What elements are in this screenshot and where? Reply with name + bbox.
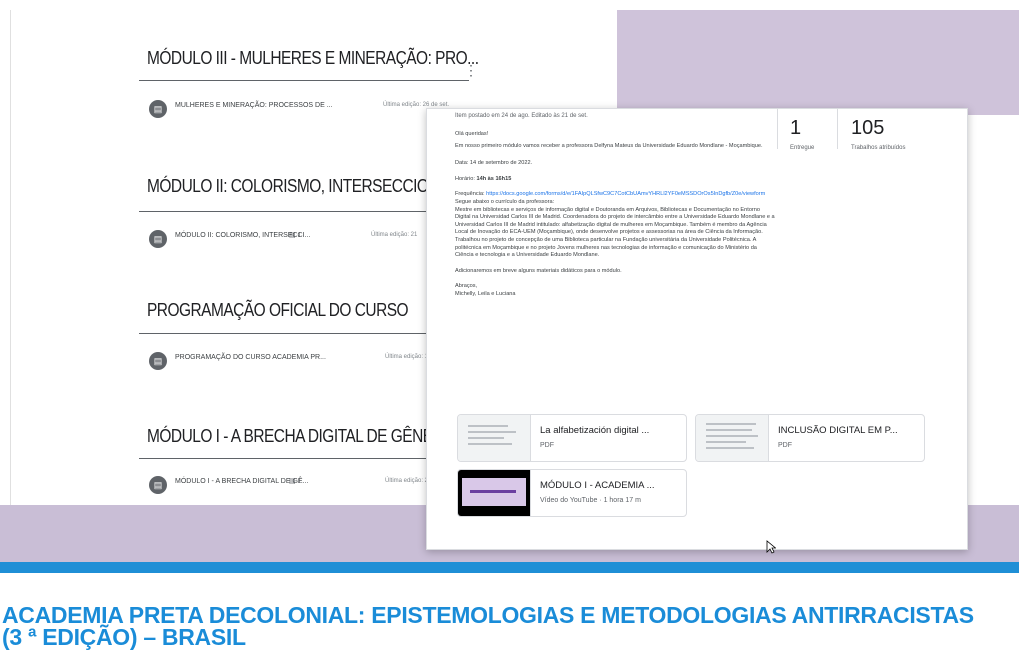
comment-count: ▤ 1 xyxy=(289,478,302,485)
material-icon: ▤ xyxy=(149,100,167,118)
frequency-link[interactable]: https://docs.google.com/forms/d/e/1FAIpQ… xyxy=(486,191,765,197)
more-options-icon[interactable]: ⋮ xyxy=(464,62,478,79)
attachment-title: La alfabetización digital ... xyxy=(540,425,650,436)
section-divider xyxy=(139,211,439,212)
attachment-pdf-1[interactable]: La alfabetización digital ... PDF xyxy=(457,414,687,462)
section-divider xyxy=(139,333,429,334)
material-edited: Última edição: 21 xyxy=(371,232,418,238)
attachment-type: Vídeo do YouTube · 1 hora 17 m xyxy=(540,497,641,504)
assignment-detail-panel: Item postado em 24 de ago. Editado às 21… xyxy=(426,108,968,550)
pdf-thumbnail xyxy=(696,415,769,461)
comment-count-value: 1 xyxy=(297,478,302,485)
time-value: 14h às 16h15 xyxy=(476,175,512,182)
signers: Michelly, Leila e Luciana xyxy=(455,290,516,297)
greeting: Olá queridas! xyxy=(455,131,489,137)
submitted-label: Entregue xyxy=(790,145,815,151)
attachment-title: INCLUSÃO DIGITAL EM P... xyxy=(778,425,898,436)
course-title: ACADEMIA PRETA DECOLONIAL: EPISTEMOLOGIA… xyxy=(2,602,974,650)
material-icon: ▤ xyxy=(149,230,167,248)
mouse-cursor-icon xyxy=(766,540,776,554)
signoff: Abraços, xyxy=(455,283,478,290)
section-divider xyxy=(139,80,469,81)
material-row[interactable]: ▤ MULHERES E MINERAÇÃO: PROCESSOS DE ...… xyxy=(139,96,469,132)
closing-note: Adicionaremos em breve alguns materiais … xyxy=(455,267,622,274)
attachment-type: PDF xyxy=(540,442,554,449)
comment-count: ▤ 1 xyxy=(289,232,302,239)
cv-intro: Segue abaixo o currículo da professora: xyxy=(455,198,555,205)
material-edited: Última edição: 1 xyxy=(385,354,429,360)
intro-text: Em nosso primeiro módulo vamos receber a… xyxy=(455,142,763,149)
stat-separator xyxy=(837,109,838,149)
material-row[interactable]: ▤ PROGRAMAÇÃO DO CURSO ACADEMIA PR... Úl… xyxy=(139,348,429,384)
material-edited: Última edição: 21 xyxy=(385,478,432,484)
attachment-youtube[interactable]: MÓDULO I - ACADEMIA ... Vídeo do YouTube… xyxy=(457,469,687,517)
assigned-label: Trabalhos atribuídos xyxy=(851,145,906,151)
material-icon: ▤ xyxy=(149,476,167,494)
post-body: Olá queridas! Em nosso primeiro módulo v… xyxy=(455,131,775,303)
blue-accent-band xyxy=(0,562,1019,573)
attachment-type: PDF xyxy=(778,442,792,449)
attachment-title: MÓDULO I - ACADEMIA ... xyxy=(540,480,655,491)
material-title: MULHERES E MINERAÇÃO: PROCESSOS DE ... xyxy=(175,102,333,109)
pdf-thumbnail xyxy=(458,415,531,461)
top-border xyxy=(0,0,1019,10)
attachment-pdf-2[interactable]: INCLUSÃO DIGITAL EM P... PDF xyxy=(695,414,925,462)
material-row[interactable]: ▤ MÓDULO I - A BRECHA DIGITAL DE GÊ... ▤… xyxy=(139,472,432,508)
section-heading-programacao[interactable]: PROGRAMAÇÃO OFICIAL DO CURSO xyxy=(147,300,409,321)
video-thumbnail xyxy=(458,470,531,516)
frequency-label: Frequência: xyxy=(455,191,485,198)
stat-separator xyxy=(777,109,778,149)
post-meta: Item postado em 24 de ago. Editado às 21… xyxy=(455,113,588,119)
section-heading-modulo-i[interactable]: MÓDULO I - A BRECHA DIGITAL DE GÊNERO xyxy=(147,426,455,447)
material-title: PROGRAMAÇÃO DO CURSO ACADEMIA PR... xyxy=(175,354,326,361)
section-divider xyxy=(139,458,429,459)
section-heading-modulo-iii[interactable]: MÓDULO III - MULHERES E MINERAÇÃO: PRO..… xyxy=(147,48,479,69)
time-label: Horário: xyxy=(455,175,475,182)
lavender-panel-top-right xyxy=(616,10,1019,115)
time-line: Horário: 14h às 16h15 xyxy=(455,176,775,184)
assigned-count[interactable]: 105 xyxy=(851,117,884,140)
cv-text: Mestre em bibliotecas e serviços de info… xyxy=(455,206,775,259)
submitted-count[interactable]: 1 xyxy=(790,117,801,140)
material-row[interactable]: ▤ MÓDULO II: COLORISMO, INTERSECCI... ▤ … xyxy=(139,226,439,262)
date-line: Data: 14 de setembro de 2022. xyxy=(455,160,533,167)
material-icon: ▤ xyxy=(149,352,167,370)
comment-count-value: 1 xyxy=(297,232,302,239)
frequency-line: Frequência: https://docs.google.com/form… xyxy=(455,191,775,199)
section-heading-modulo-ii[interactable]: MÓDULO II: COLORISMO, INTERSECCIONAL xyxy=(147,176,458,197)
